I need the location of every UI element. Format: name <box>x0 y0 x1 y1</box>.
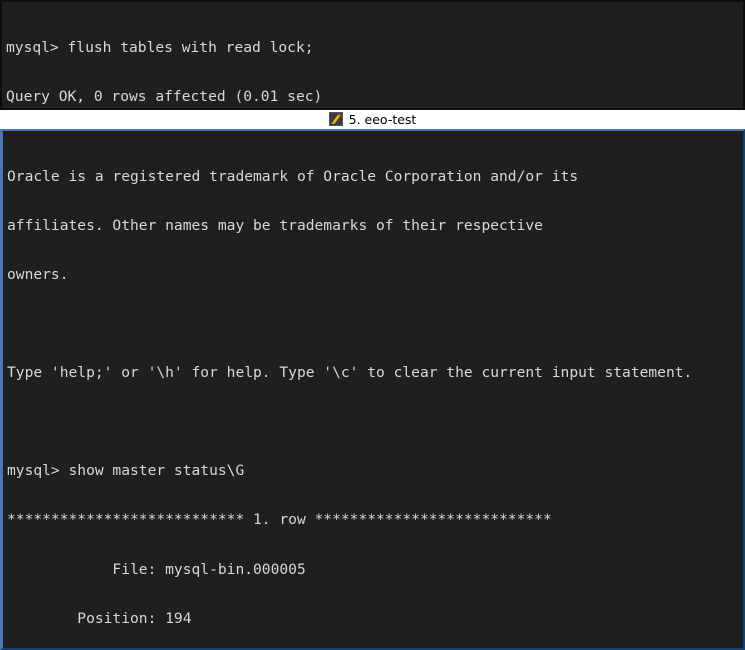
terminal-output-bottom: Oracle is a registered trademark of Orac… <box>3 131 743 648</box>
terminal-line: Position: 194 <box>7 609 192 627</box>
terminal-window: mysql> flush tables with read lock; Quer… <box>0 0 745 650</box>
terminal-line: mysql> flush tables with read lock; <box>6 38 314 56</box>
terminal-line: affiliates. Other names may be trademark… <box>7 217 543 235</box>
session-tabbar: 5. eeo-test <box>0 109 745 129</box>
terminal-line: mysql> show master status\G <box>7 462 245 480</box>
terminal-pane-top[interactable]: mysql> flush tables with read lock; Quer… <box>0 0 745 110</box>
terminal-line: File: mysql-bin.000005 <box>7 560 306 578</box>
terminal-line: owners. <box>7 266 69 284</box>
terminal-pane-bottom[interactable]: Oracle is a registered trademark of Orac… <box>0 128 745 650</box>
terminal-line: Query OK, 0 rows affected (0.01 sec) <box>6 87 323 105</box>
terminal-line: *************************** 1. row *****… <box>7 511 552 529</box>
session-tab-eeo-test[interactable]: 5. eeo-test <box>323 110 423 129</box>
session-tab-label: 5. eeo-test <box>348 111 417 127</box>
terminal-line: Type 'help;' or '\h' for help. Type '\c'… <box>7 364 693 382</box>
xshell-session-icon <box>328 112 343 127</box>
terminal-line: Oracle is a registered trademark of Orac… <box>7 168 579 186</box>
terminal-output-top: mysql> flush tables with read lock; Quer… <box>2 2 743 108</box>
